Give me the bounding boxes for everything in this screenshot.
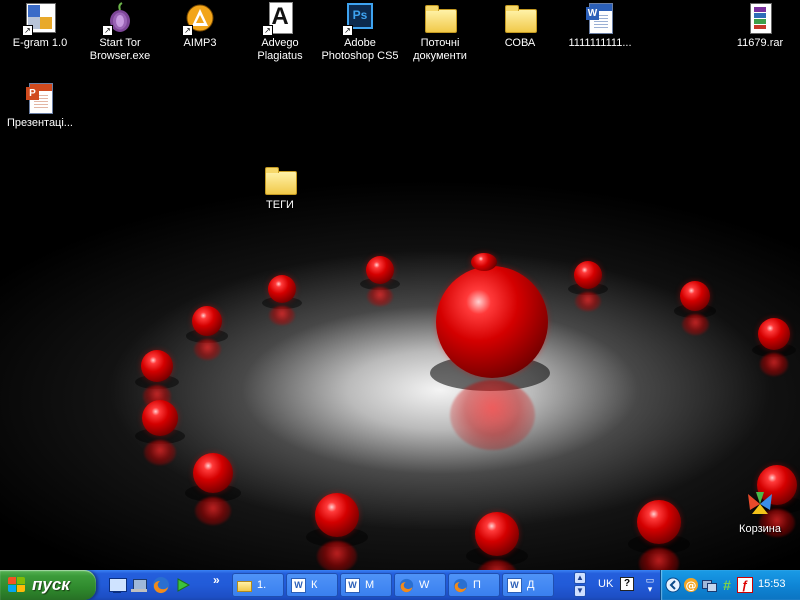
desktop-icon-label: Advego Plagiatus bbox=[257, 37, 303, 62]
help-icon[interactable]: ? bbox=[620, 577, 634, 591]
taskbar-button-folder[interactable]: 1. bbox=[232, 573, 284, 597]
taskbar-button-label: П bbox=[473, 579, 481, 591]
quick-launch-overflow-chevron[interactable]: » bbox=[213, 573, 220, 587]
desktop-icon-label: 11679.rar bbox=[736, 37, 784, 49]
firefox-icon[interactable] bbox=[152, 576, 170, 594]
desktop-icon-presentation[interactable]: P Презентаці... bbox=[0, 82, 80, 130]
desktop-icon-label: ТЕГИ bbox=[266, 199, 294, 211]
taskbar-scroll-down-button[interactable]: ▼ bbox=[574, 585, 586, 597]
taskbar-button-firefox-p[interactable]: П bbox=[448, 573, 500, 597]
folder-icon bbox=[424, 2, 457, 34]
avira-antivirus-icon[interactable]: ƒ bbox=[737, 577, 753, 593]
tray-expand-icon[interactable] bbox=[665, 577, 681, 593]
taskbar-button-word-k[interactable]: W К bbox=[286, 573, 338, 597]
winrar-archive-icon bbox=[744, 2, 776, 34]
desktop-icon-label: Start Tor Browser.exe bbox=[89, 37, 151, 62]
recycle-bin-icon bbox=[744, 488, 776, 520]
word-icon: W bbox=[291, 578, 306, 593]
photoshop-icon: Ps ↗ bbox=[342, 2, 376, 36]
taskbar-scroll-up-button[interactable]: ▲ bbox=[574, 572, 586, 584]
network-icon[interactable] bbox=[130, 576, 148, 594]
desktop-icon-aimp3[interactable]: ↗ AIMP3 bbox=[160, 2, 240, 50]
tor-onion-icon: ↗ bbox=[102, 2, 136, 36]
taskbar-button-firefox-w[interactable]: W bbox=[394, 573, 446, 597]
desktop-icon-label: Презентаці... bbox=[7, 117, 73, 129]
desktop-icon-label: Корзина bbox=[739, 523, 781, 535]
word-icon: W bbox=[507, 578, 522, 593]
desktop-icon-potochni-dokumenty[interactable]: Поточні документи bbox=[400, 2, 480, 63]
system-clock[interactable]: 15:53 bbox=[758, 578, 786, 590]
desktop-icon-tegy[interactable]: ТЕГИ bbox=[240, 164, 320, 212]
desktop-icon-tor-browser[interactable]: ↗ Start Tor Browser.exe bbox=[80, 2, 160, 63]
taskbar-button-label: К bbox=[311, 579, 318, 591]
system-tray: @ # ƒ 15:53 bbox=[660, 570, 800, 600]
desktop-icon-sova[interactable]: СОВА bbox=[480, 2, 560, 50]
folder-icon bbox=[237, 578, 252, 593]
desktop-icon-label: Adobe Photoshop CS5 bbox=[321, 37, 399, 62]
desktop-icon-rar-archive[interactable]: 11679.rar bbox=[720, 2, 800, 50]
start-button-label: пуск bbox=[32, 575, 70, 594]
taskbar-button-label: М bbox=[365, 579, 375, 591]
desktop-icon-word-document[interactable]: W 1111111111... bbox=[560, 2, 640, 50]
desktop-icon-e-gram[interactable]: ↗ E-gram 1.0 bbox=[0, 2, 80, 50]
aimp-icon: ↗ bbox=[182, 2, 216, 36]
folder-icon bbox=[504, 2, 537, 34]
hash-app-icon[interactable]: # bbox=[719, 577, 735, 593]
network-connection-icon[interactable] bbox=[701, 577, 717, 593]
language-bar-options-icon[interactable]: ▭ ▾ bbox=[644, 576, 656, 594]
word-document-icon: W bbox=[584, 2, 616, 34]
media-play-icon[interactable] bbox=[174, 576, 192, 594]
desktop-icon-label: Поточні документи bbox=[413, 37, 467, 62]
desktop-wallpaper bbox=[0, 0, 800, 570]
desktop-icon-label: AIMP3 bbox=[183, 37, 217, 49]
windows-flag-icon bbox=[8, 577, 26, 593]
firefox-icon bbox=[399, 578, 414, 593]
start-button[interactable]: пуск bbox=[0, 570, 96, 600]
word-icon: W bbox=[345, 578, 360, 593]
powerpoint-document-icon: P bbox=[24, 82, 56, 114]
taskbar-button-label: W bbox=[419, 579, 430, 591]
advego-a-icon: A ↗ bbox=[262, 2, 296, 36]
taskbar-button-word-d[interactable]: W Д bbox=[502, 573, 554, 597]
desktop-icon-photoshop[interactable]: Ps ↗ Adobe Photoshop CS5 bbox=[320, 2, 400, 63]
desktop-icon-label: 1111111111... bbox=[568, 37, 632, 49]
firefox-icon bbox=[453, 578, 468, 593]
taskbar-button-label: Д bbox=[527, 579, 535, 591]
e-gram-app-icon: ↗ bbox=[22, 2, 56, 36]
taskbar-button-word-m[interactable]: W М bbox=[340, 573, 392, 597]
desktop-icon-recycle-bin[interactable]: Корзина bbox=[720, 488, 800, 536]
taskbar: пуск » 1. W К W М W П W Д ▲ ▼ UK ? ▭ ▾ @… bbox=[0, 570, 800, 600]
taskbar-button-label: 1. bbox=[257, 579, 267, 591]
language-indicator[interactable]: UK bbox=[598, 578, 613, 590]
show-desktop-icon[interactable] bbox=[108, 576, 127, 594]
svg-text:@: @ bbox=[686, 579, 697, 592]
desktop-icon-advego-plagiatus[interactable]: A ↗ Advego Plagiatus bbox=[240, 2, 320, 63]
mail-agent-icon[interactable]: @ bbox=[683, 577, 699, 593]
desktop-icon-label: СОВА bbox=[504, 37, 536, 49]
desktop-icon-label: E-gram 1.0 bbox=[12, 37, 68, 49]
folder-icon bbox=[264, 164, 297, 196]
